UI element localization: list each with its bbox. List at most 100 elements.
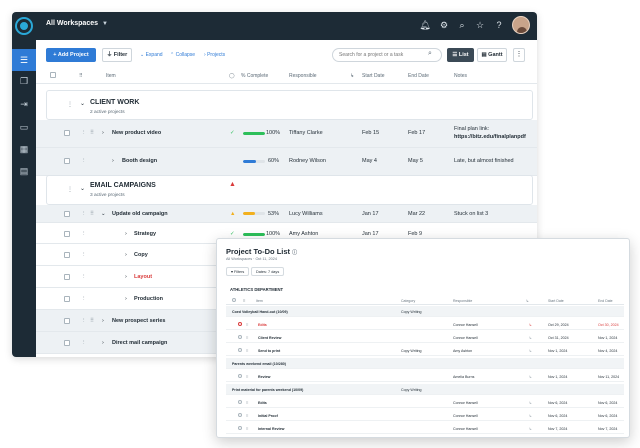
drag-handle-icon[interactable]: ⠿	[246, 375, 249, 379]
row-checkbox[interactable]	[64, 274, 70, 280]
chevron-right-icon[interactable]: ›	[125, 231, 127, 237]
column-notes[interactable]: Notes	[454, 73, 467, 79]
select-all-checkbox[interactable]	[50, 72, 56, 78]
panel-task-row[interactable]: ⠿ Internal Review Connor Hansell ↳ Nov 7, 20…	[226, 423, 624, 434]
row-checkbox[interactable]	[64, 130, 70, 136]
row-checkbox[interactable]	[64, 340, 70, 346]
drag-handle-icon[interactable]: ⋮	[67, 186, 73, 193]
column-start[interactable]: Start Date	[362, 73, 385, 79]
copy-icon[interactable]: ❐	[18, 76, 30, 86]
chevron-down-icon[interactable]: ⌄	[101, 211, 106, 217]
panel-col-item[interactable]: Item	[256, 299, 263, 303]
task-checkbox[interactable]	[238, 348, 242, 352]
task-checkbox[interactable]	[238, 426, 242, 430]
folder-icon[interactable]: ▭	[18, 122, 30, 132]
more-menu-button[interactable]: ⋮	[513, 48, 525, 62]
task-checkbox[interactable]	[238, 413, 242, 417]
gantt-view-button[interactable]: ▤ Gantt	[477, 48, 507, 62]
filters-chip[interactable]: ▾ Filters	[226, 267, 250, 276]
workspace-selector[interactable]: All Workspaces ▼	[46, 20, 108, 27]
column-responsible[interactable]: Responsible	[289, 73, 317, 79]
task-checkbox[interactable]	[238, 322, 242, 326]
add-project-button[interactable]: + Add Project	[46, 48, 96, 62]
panel-task-row[interactable]: ⠿ Review Amelia Burns ↳ Nov 1, 2024 Nov 11, 2…	[226, 371, 624, 382]
dates-chip[interactable]: Dates: 7 days	[251, 267, 285, 276]
panel-group-row[interactable]: Parents weekend email (10/280)	[226, 358, 624, 369]
panel-task-row[interactable]: ⠿ Client Review Connor Hansell ↳ Oct 31, 202…	[226, 332, 624, 343]
row-menu-icon[interactable]: ⋮	[81, 274, 87, 280]
chevron-right-icon[interactable]: ›	[125, 296, 127, 302]
chevron-right-icon[interactable]: ›	[125, 252, 127, 258]
table-row[interactable]: ⋮ ⠿ ⌄ Update old campaign ▲ 53% Lucy Wil…	[36, 205, 537, 223]
chevron-down-icon[interactable]: ⌄	[80, 100, 85, 107]
panel-col-start[interactable]: Start Date	[548, 299, 564, 303]
row-menu-icon[interactable]: ⋮	[81, 211, 87, 217]
row-menu-icon[interactable]: ⋮	[81, 231, 87, 237]
panel-task-row[interactable]: ⠿ Edits Connor Hansell ↳ Oct 29, 2024 Oct 30,…	[226, 319, 624, 330]
row-checkbox[interactable]	[64, 211, 70, 217]
expand-link[interactable]: ⌄ Expand	[140, 52, 163, 58]
row-checkbox[interactable]	[64, 296, 70, 302]
chevron-right-icon[interactable]: ›	[102, 318, 104, 324]
row-menu-icon[interactable]: ⋮	[81, 340, 87, 346]
row-menu-icon[interactable]: ⋮	[81, 296, 87, 302]
calendar-icon[interactable]: ▦	[18, 144, 30, 154]
panel-col-category[interactable]: Category	[401, 299, 415, 303]
drag-handle-icon[interactable]: ⠿	[246, 414, 249, 418]
help-icon[interactable]: ?	[493, 19, 505, 31]
bell-icon[interactable]: 🔔︎	[419, 19, 431, 31]
table-row[interactable]: ⋮ ⠿ › New product video ✓ 100% Tiffany C…	[36, 120, 537, 148]
row-menu-icon[interactable]: ⋮	[81, 130, 87, 136]
drag-handle-icon[interactable]: ⠿	[246, 336, 249, 340]
group-header[interactable]: ⋮ ⌄ EMAIL CAMPAIGNS 3 active projects ▲	[46, 175, 533, 205]
drag-handle-icon[interactable]: ⠿	[246, 427, 249, 431]
chevron-right-icon[interactable]: ›	[125, 274, 127, 280]
drag-handle-icon[interactable]: ⠿	[90, 130, 94, 136]
projects-link[interactable]: › Projects	[204, 52, 225, 58]
row-notes-link[interactable]: https://bitz.edu/finalplanpdf	[454, 134, 526, 140]
search-input[interactable]	[332, 48, 442, 62]
info-icon[interactable]: ⓘ	[292, 250, 297, 256]
drag-handle-icon[interactable]: ⋮	[67, 101, 73, 108]
drag-handle-icon[interactable]: ⠿	[246, 323, 249, 327]
star-icon[interactable]: ☆	[474, 19, 486, 31]
drag-handle-icon[interactable]: ⠿	[246, 401, 249, 405]
panel-task-row[interactable]: ⠿ Send to print Copy Writing Amy Ashton ↳ Nov…	[226, 345, 624, 356]
collapse-link[interactable]: ⌃ Collapse	[170, 52, 195, 58]
select-all-checkbox[interactable]	[232, 298, 236, 302]
panel-task-row[interactable]: ⠿ Edits Connor Hansell ↳ Nov 6, 2024 Nov 6, 2…	[226, 397, 624, 408]
row-checkbox[interactable]	[64, 318, 70, 324]
app-logo[interactable]	[17, 19, 31, 33]
row-menu-icon[interactable]: ⋮	[81, 318, 87, 324]
column-complete[interactable]: % Complete	[241, 73, 268, 79]
panel-task-row[interactable]: ⠿ Initial Proof Connor Hansell ↳ Nov 6, 2024…	[226, 410, 624, 421]
card-icon[interactable]: ▤	[18, 166, 30, 176]
row-checkbox[interactable]	[64, 158, 70, 164]
chevron-right-icon[interactable]: ›	[102, 340, 104, 346]
row-menu-icon[interactable]: ⋮	[81, 158, 87, 164]
task-checkbox[interactable]	[238, 400, 242, 404]
column-end[interactable]: End Date	[408, 73, 429, 79]
drag-handle-icon[interactable]: ⠿	[90, 211, 94, 217]
drag-handle-icon[interactable]: ⠿	[90, 318, 94, 324]
column-item[interactable]: Item	[106, 73, 116, 79]
panel-group-row[interactable]: Print material for parents weekend (10/0…	[226, 384, 624, 395]
panel-col-responsible[interactable]: Responsible	[453, 299, 472, 303]
drag-handle-icon[interactable]: ⠿	[246, 349, 249, 353]
chevron-right-icon[interactable]: ›	[112, 158, 114, 164]
row-checkbox[interactable]	[64, 231, 70, 237]
panel-col-end[interactable]: End Date	[598, 299, 613, 303]
group-header[interactable]: ⋮ ⌄ CLIENT WORK 2 active projects	[46, 90, 533, 120]
gear-icon[interactable]: ⚙	[438, 19, 450, 31]
list-view-button[interactable]: ☰ List	[447, 48, 474, 62]
row-menu-icon[interactable]: ⋮	[81, 252, 87, 258]
sign-in-icon[interactable]: ⇥	[18, 99, 30, 109]
chevron-down-icon[interactable]: ⌄	[80, 185, 85, 192]
search-icon[interactable]: ⌕	[456, 19, 468, 31]
filter-button[interactable]: ⏚ Filter	[102, 48, 132, 62]
task-checkbox[interactable]	[238, 335, 242, 339]
row-checkbox[interactable]	[64, 252, 70, 258]
task-checkbox[interactable]	[238, 374, 242, 378]
table-row[interactable]: ⋮ › Booth design 60% Rodney Wilson May 4…	[36, 148, 537, 176]
panel-group-row[interactable]: Coed Volleyball Hand-out (10/09) Copy Wri…	[226, 306, 624, 317]
